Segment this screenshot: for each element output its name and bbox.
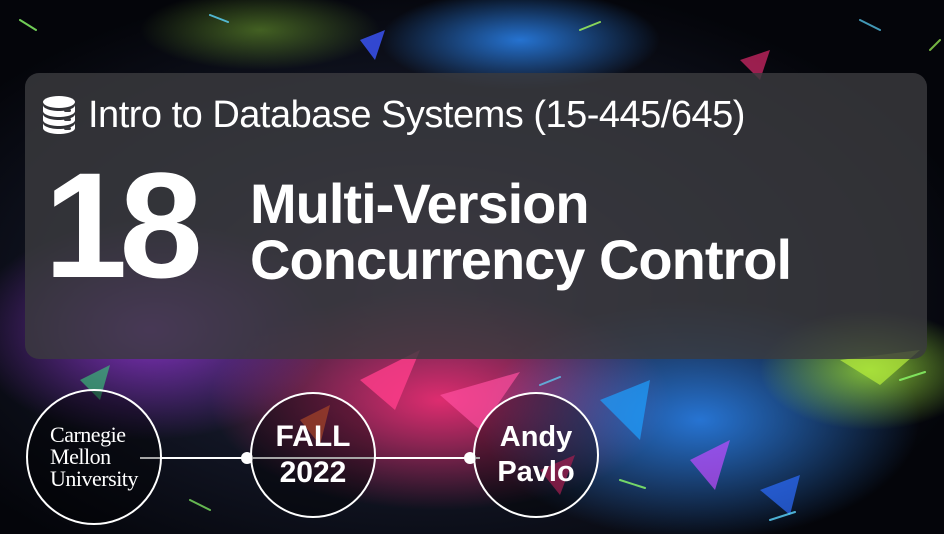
course-title: Intro to Database Systems (15-445/645) [88, 93, 745, 136]
lecture-title-line1: Multi-Version [250, 172, 590, 235]
title-slide: Intro to Database Systems (15-445/645) 1… [0, 0, 944, 534]
course-header: Intro to Database Systems (15-445/645) [40, 92, 745, 138]
instructor-badge: Andy Pavlo [473, 392, 599, 518]
instructor-line1: Andy [499, 421, 573, 453]
instructor-text: Andy Pavlo [497, 420, 574, 490]
lecture-title: Multi-Version Concurrency Control [250, 176, 910, 288]
university-badge: Carnegie Mellon University [26, 389, 162, 525]
university-line3: University [50, 466, 138, 491]
instructor-line2: Pavlo [497, 456, 575, 488]
semester-line2: 2022 [279, 456, 347, 489]
lecture-number: 18 [44, 141, 203, 309]
university-logo-text: Carnegie Mellon University [50, 424, 138, 490]
semester-text: FALL 2022 [276, 419, 351, 491]
semester-line1: FALL [275, 420, 351, 453]
university-line2: Mellon [50, 444, 111, 469]
semester-badge: FALL 2022 [250, 392, 376, 518]
university-line1: Carnegie [50, 422, 126, 447]
lecture-title-line2: Concurrency Control [250, 228, 792, 291]
database-icon [43, 96, 75, 134]
